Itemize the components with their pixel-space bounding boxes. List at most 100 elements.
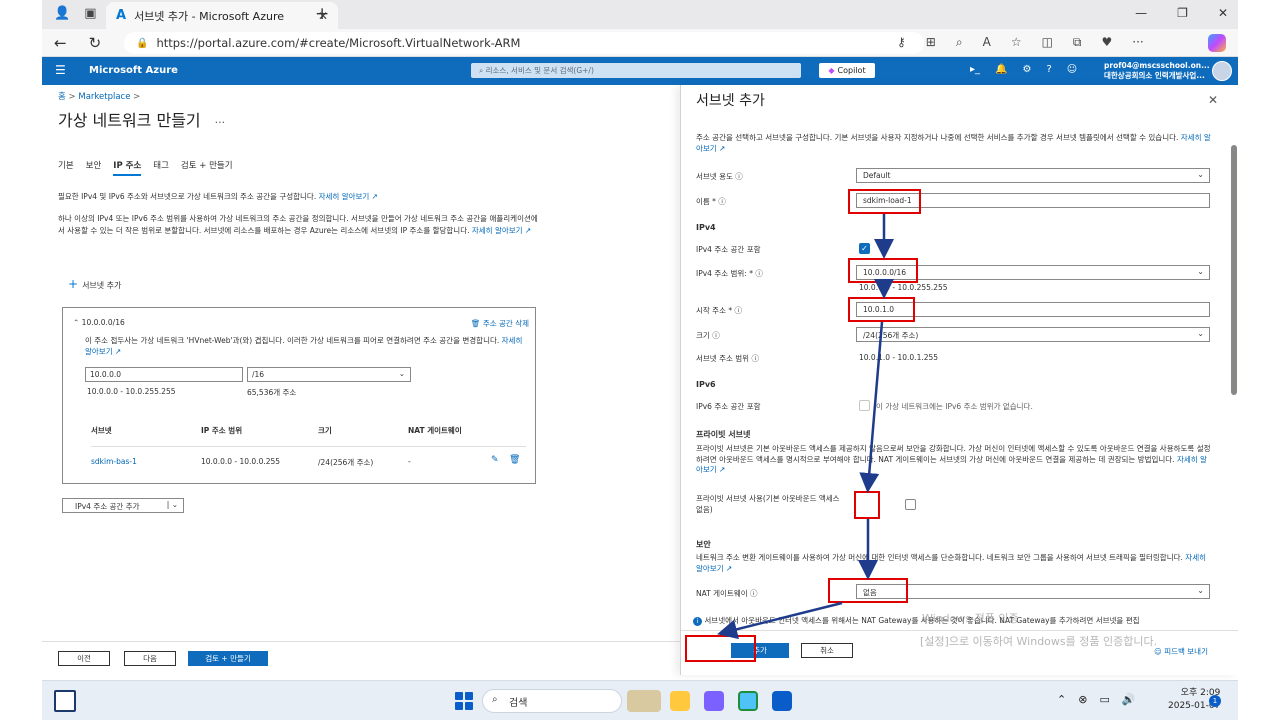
learn-more-link-2[interactable]: 자세히 알아보기: [472, 226, 523, 235]
avatar[interactable]: [1212, 61, 1232, 81]
notification-badge[interactable]: 1: [1209, 695, 1221, 707]
learn-more-link-1[interactable]: 자세히 알아보기: [319, 192, 370, 201]
add-ipv4-space-dropdown[interactable]: IPv4 주소 공간 추가 | ⌄: [62, 498, 184, 513]
scrollbar-thumb[interactable]: [1231, 145, 1237, 395]
address-input[interactable]: 10.0.0.0: [85, 367, 243, 382]
copilot-icon[interactable]: [1208, 34, 1226, 52]
subnet-name-link[interactable]: sdkim-bas-1: [91, 457, 137, 466]
address-bar-row: ← ↻ 🔒 https://portal.azure.com/#create/M…: [42, 29, 1238, 57]
notifications-icon[interactable]: 🔔: [995, 64, 1007, 75]
profile-icon[interactable]: 👤: [54, 6, 70, 21]
size-select[interactable]: /24(256개 주소) ⌄: [856, 327, 1210, 342]
add-subnet-panel: 서브넷 추가 ✕ 주소 공간을 선택하고 서브넷을 구성합니다. 기본 서브넷을…: [680, 85, 1238, 675]
panel-scrollbar[interactable]: [1230, 125, 1238, 625]
highlight-nat-gateway: [828, 578, 908, 603]
settings-icon[interactable]: ⚙: [1022, 64, 1031, 75]
col-subnet: 서브넷: [91, 426, 112, 435]
edit-icon[interactable]: ✎: [491, 455, 499, 465]
user-account[interactable]: prof04@mscsschool.on... 대한상공회의소 인력개발사업..…: [1104, 61, 1210, 81]
file-explorer-icon[interactable]: [670, 691, 690, 711]
copilot-button[interactable]: ◆ Copilot: [819, 63, 875, 78]
extensions-icon[interactable]: ♥: [1102, 35, 1113, 50]
new-tab-icon[interactable]: +: [315, 4, 329, 24]
nat-gateway-select[interactable]: 없음 ⌄: [856, 584, 1210, 599]
start-icon[interactable]: [455, 692, 473, 710]
next-button[interactable]: 다음: [124, 651, 176, 666]
chevron-up-icon[interactable]: ⌃: [1057, 693, 1066, 706]
chevron-down-icon: ⌄: [1197, 267, 1204, 276]
purpose-select[interactable]: Default ⌄: [856, 168, 1210, 183]
previous-button[interactable]: 이전: [58, 651, 110, 666]
tab-tags[interactable]: 태그: [153, 159, 169, 176]
azure-top-bar: ☰ Microsoft Azure ⌕ 리소스, 서비스 및 문서 검색(G+/…: [42, 57, 1238, 85]
collections-icon[interactable]: ⧉: [1073, 35, 1082, 50]
ip-description: 필요한 IPv4 및 IPv6 주소와 서브넷으로 가상 네트워크의 주소 공간…: [58, 192, 378, 201]
widgets-icon[interactable]: [54, 690, 76, 712]
taskbar-search[interactable]: ⌕ 검색: [482, 689, 622, 713]
favorite-icon[interactable]: ☆: [1011, 35, 1022, 50]
info-icon: ⓘ: [732, 306, 743, 315]
trash-icon: 🗑: [470, 319, 483, 328]
address-space-header[interactable]: ⌃ 10.0.0.0/16: [73, 318, 125, 327]
info-icon: ⓘ: [715, 197, 726, 206]
start-address-label: 시작 주소 * ⓘ: [696, 306, 743, 315]
activation-watermark-text: [설정]으로 이동하여 Windows를 정품 인증합니다.: [920, 635, 1158, 648]
address-range-text: 10.0.0.0 - 10.0.255.255: [87, 387, 176, 396]
delete-subnet-icon[interactable]: 🗑: [509, 455, 520, 465]
azure-brand[interactable]: Microsoft Azure: [89, 65, 178, 76]
prefix-select[interactable]: /16 ⌄: [247, 367, 411, 382]
network-icon[interactable]: ▭: [1099, 693, 1109, 706]
more-options-icon[interactable]: ···: [215, 116, 226, 129]
close-circle-icon[interactable]: ⊗: [1078, 693, 1087, 706]
volume-icon[interactable]: 🔊: [1122, 693, 1136, 706]
private-subnet-description: 프라이빗 서브넷은 기본 아웃바운드 액세스를 제공하지 않음으로써 보안을 강…: [696, 444, 1211, 474]
azure-search-input[interactable]: ⌕ 리소스, 서비스 및 문서 검색(G+/): [471, 63, 801, 78]
info-filled-icon: i: [693, 617, 702, 626]
wizard-footer: 이전 다음 검토 + 만들기: [42, 641, 682, 675]
read-aloud-icon[interactable]: A: [983, 35, 991, 50]
breadcrumb-home[interactable]: 홈: [58, 92, 66, 102]
size-label: 크기 ⓘ: [696, 331, 720, 340]
minimize-icon[interactable]: —: [1135, 6, 1147, 20]
restore-icon[interactable]: ❐: [1177, 6, 1188, 20]
send-feedback-link[interactable]: ☺ 피드백 보내기: [1154, 646, 1208, 657]
close-icon[interactable]: ✕: [1208, 93, 1218, 107]
url-field[interactable]: 🔒 https://portal.azure.com/#create/Micro…: [124, 32, 924, 54]
browser-tab[interactable]: A 서브넷 추가 - Microsoft Azure ✕: [106, 2, 338, 29]
review-create-button[interactable]: 검토 + 만들기: [188, 651, 268, 666]
refresh-icon[interactable]: ↻: [89, 34, 102, 52]
cancel-button[interactable]: 취소: [801, 643, 853, 658]
cloud-shell-icon[interactable]: ▸_: [970, 64, 980, 75]
more-icon[interactable]: ···: [1132, 35, 1143, 50]
external-link-icon: ↗: [369, 192, 378, 201]
workspaces-icon[interactable]: ▣: [84, 6, 96, 21]
page-title: 가상 네트워크 만들기 ···: [58, 111, 226, 130]
highlight-ipv4-range: [848, 258, 918, 283]
private-subnet-checkbox[interactable]: [905, 499, 916, 510]
subnet-size: /24(256개 주소): [318, 458, 374, 467]
tab-ip-addresses[interactable]: IP 주소: [113, 159, 142, 176]
menu-icon[interactable]: ☰: [55, 63, 66, 77]
help-icon[interactable]: ?: [1046, 64, 1051, 75]
zoom-icon[interactable]: ⌕: [956, 35, 963, 50]
include-ipv4-checkbox[interactable]: ✓: [859, 243, 870, 254]
edge-icon[interactable]: [738, 691, 758, 711]
teams-icon[interactable]: [704, 691, 724, 711]
breadcrumb-marketplace[interactable]: Marketplace: [78, 92, 130, 102]
split-screen-icon[interactable]: ◫: [1042, 35, 1053, 50]
feedback-icon[interactable]: ☺: [1067, 64, 1077, 75]
tab-security[interactable]: 보안: [86, 159, 102, 176]
store-icon[interactable]: [772, 691, 792, 711]
include-ipv6-checkbox[interactable]: [859, 400, 870, 411]
add-subnet-button[interactable]: + 서브넷 추가: [68, 277, 121, 291]
delete-address-space-button[interactable]: 🗑 주소 공간 삭제: [471, 318, 529, 329]
tab-review-create[interactable]: 검토 + 만들기: [181, 159, 233, 176]
back-icon[interactable]: ←: [54, 34, 67, 52]
chevron-down-icon: ⌄: [398, 369, 405, 378]
chevron-up-icon: ⌃: [73, 318, 82, 327]
key-icon[interactable]: ⚷: [897, 35, 906, 50]
desktop-edge-left: [0, 0, 42, 720]
apps-icon[interactable]: ⊞: [926, 35, 936, 50]
close-window-icon[interactable]: ✕: [1218, 6, 1228, 20]
tab-basics[interactable]: 기본: [58, 159, 74, 176]
